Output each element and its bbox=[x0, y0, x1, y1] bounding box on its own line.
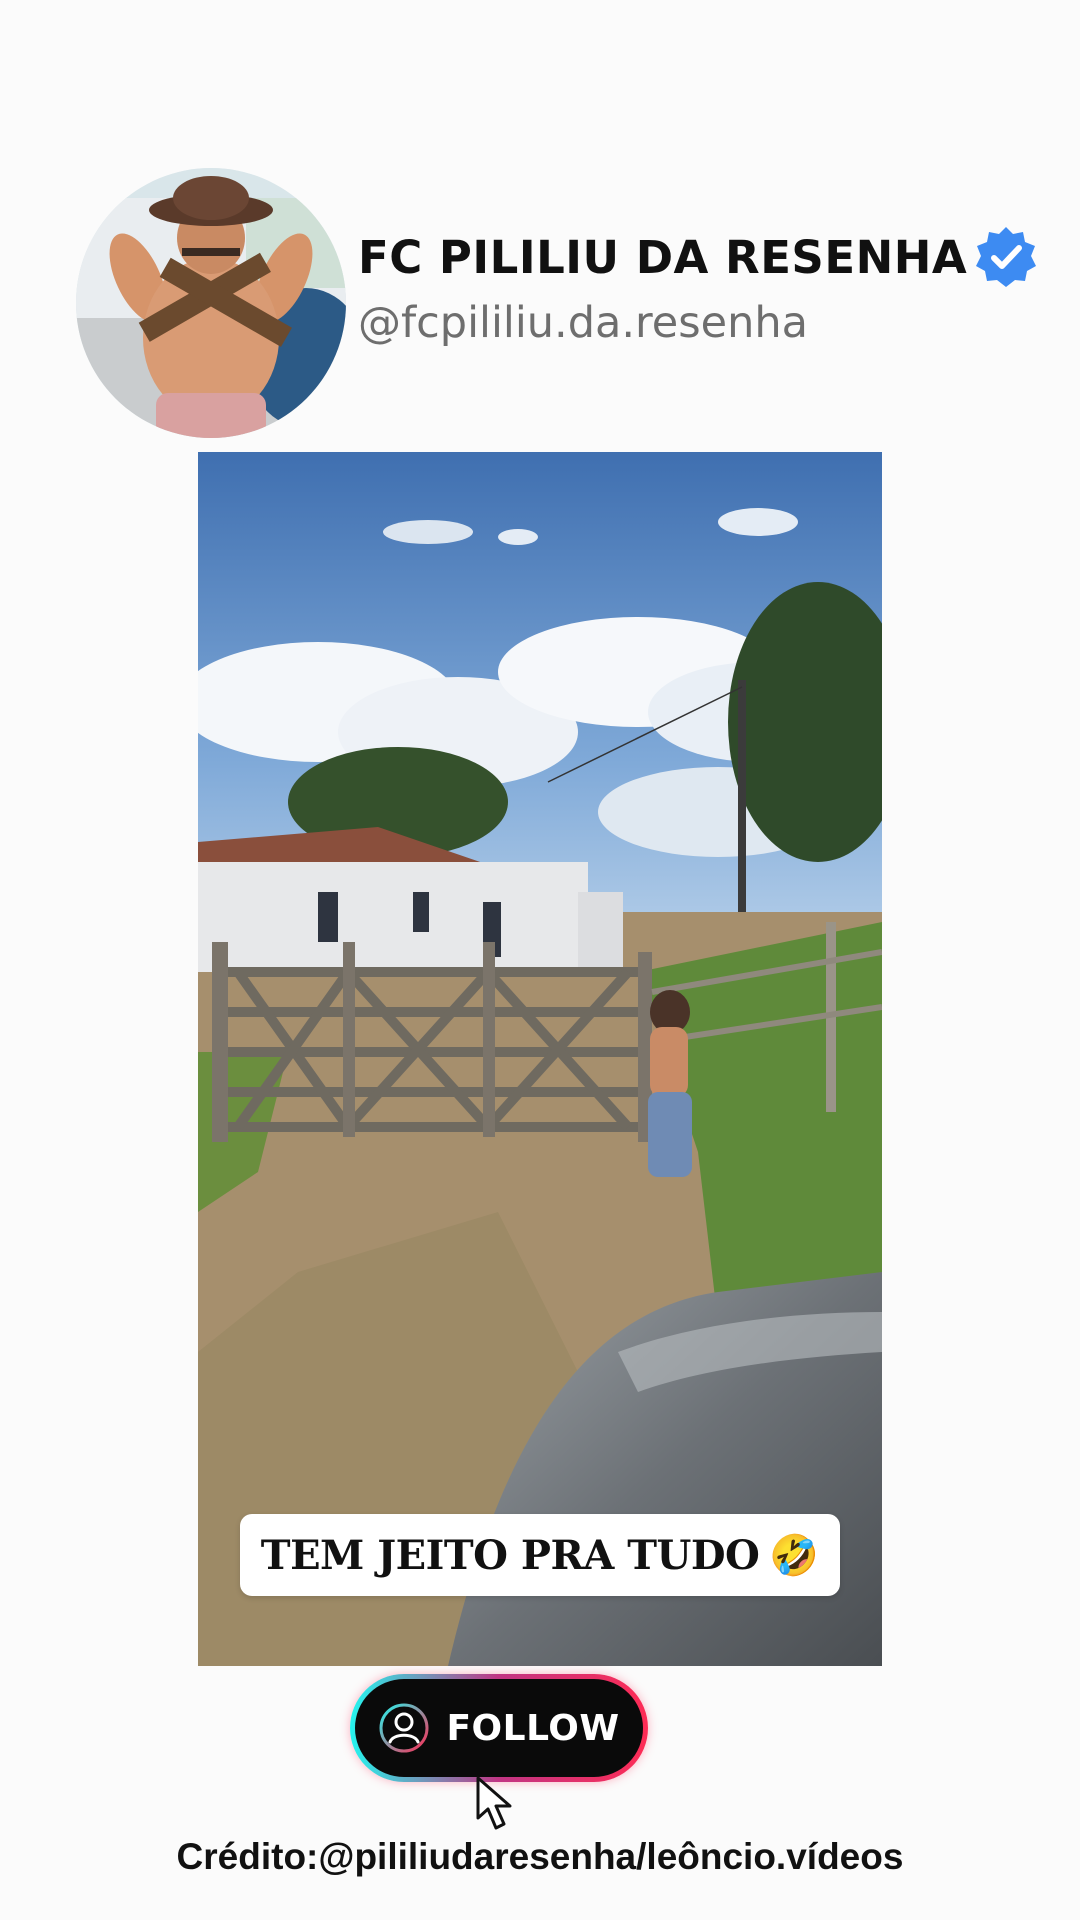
video-caption: TEM JEITO PRA TUDO 🤣 bbox=[240, 1514, 840, 1596]
profile-avatar[interactable] bbox=[76, 168, 346, 438]
video-frame[interactable]: TEM JEITO PRA TUDO 🤣 bbox=[198, 452, 882, 1666]
follow-button-label: FOLLOW bbox=[446, 1707, 620, 1749]
cursor-icon bbox=[476, 1776, 512, 1830]
verified-badge-icon bbox=[976, 227, 1037, 287]
credit-text: Crédito:@pililiudaresenha/leôncio.vídeos bbox=[176, 1836, 904, 1877]
profile-name[interactable]: FC PILILIU DA RESENHA bbox=[358, 224, 1039, 290]
profile-name-text: FC PILILIU DA RESENHA bbox=[358, 230, 968, 284]
avatar-image bbox=[76, 168, 346, 438]
laughing-emoji-icon: 🤣 bbox=[769, 1532, 820, 1579]
profile-handle[interactable]: @fcpililiu.da.resenha bbox=[358, 298, 808, 348]
video-scene bbox=[198, 452, 882, 1666]
caption-text: TEM JEITO PRA TUDO bbox=[260, 1531, 760, 1579]
follow-button[interactable]: FOLLOW bbox=[355, 1679, 643, 1777]
follow-button-frame: FOLLOW bbox=[350, 1674, 648, 1782]
user-icon bbox=[379, 1703, 429, 1753]
